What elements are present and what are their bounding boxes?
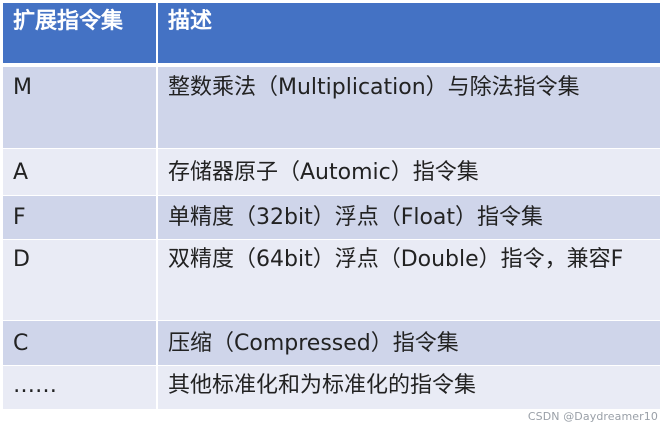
table-header-row: 扩展指令集 描述	[3, 3, 660, 66]
cell-code: C	[3, 320, 156, 365]
header-description: 描述	[156, 3, 660, 66]
cell-code: M	[3, 66, 156, 148]
cell-description: 压缩（Compressed）指令集	[156, 320, 660, 365]
cell-code: F	[3, 195, 156, 239]
watermark: CSDN @Daydreamer10	[527, 410, 658, 423]
cell-description: 双精度（64bit）浮点（Double）指令，兼容F	[156, 239, 660, 320]
table-row: D 双精度（64bit）浮点（Double）指令，兼容F	[3, 239, 660, 320]
table-row: …… 其他标准化和为标准化的指令集	[3, 365, 660, 409]
cell-code: A	[3, 148, 156, 195]
table-row: M 整数乘法（Multiplication）与除法指令集	[3, 66, 660, 148]
cell-description: 存储器原子（Automic）指令集	[156, 148, 660, 195]
cell-code: D	[3, 239, 156, 320]
table-row: C 压缩（Compressed）指令集	[3, 320, 660, 365]
extension-table: 扩展指令集 描述 M 整数乘法（Multiplication）与除法指令集 A …	[3, 3, 660, 409]
table-row: A 存储器原子（Automic）指令集	[3, 148, 660, 195]
cell-description: 其他标准化和为标准化的指令集	[156, 365, 660, 409]
cell-code: ……	[3, 365, 156, 409]
table-row: F 单精度（32bit）浮点（Float）指令集	[3, 195, 660, 239]
header-extension: 扩展指令集	[3, 3, 156, 66]
cell-description: 单精度（32bit）浮点（Float）指令集	[156, 195, 660, 239]
cell-description: 整数乘法（Multiplication）与除法指令集	[156, 66, 660, 148]
